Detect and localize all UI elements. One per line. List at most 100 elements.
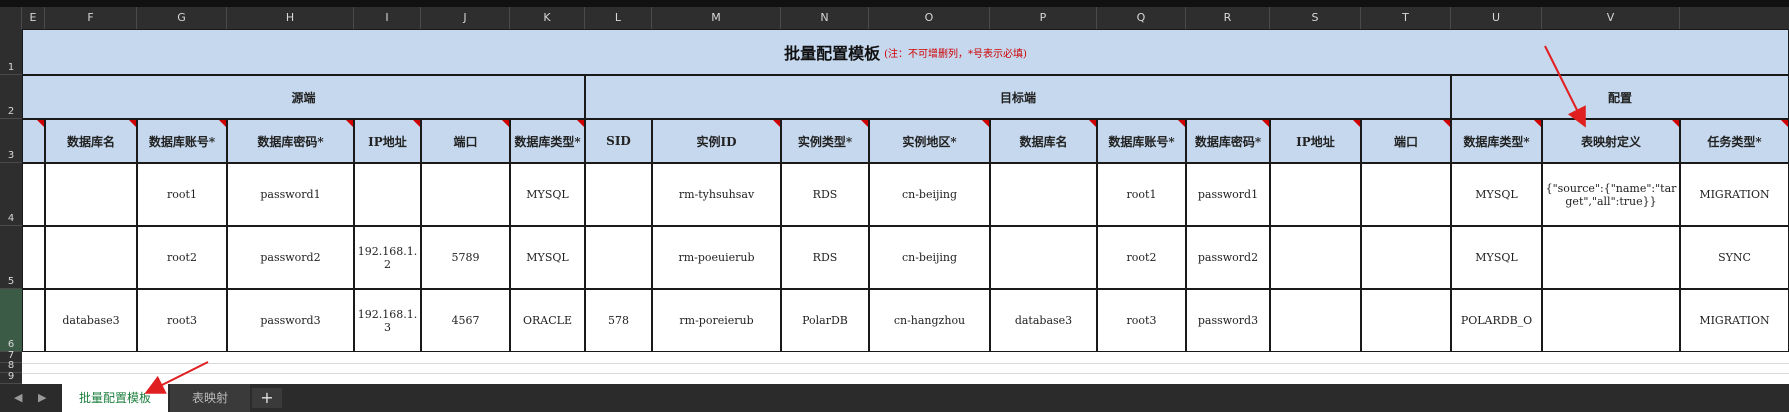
data-cell[interactable]: cn-beijing bbox=[869, 163, 990, 226]
data-cell[interactable] bbox=[1270, 289, 1361, 352]
header-cell[interactable]: IP地址 bbox=[1270, 119, 1361, 163]
column-header[interactable]: K bbox=[510, 7, 585, 29]
column-header[interactable]: O bbox=[869, 7, 990, 29]
data-cell[interactable] bbox=[22, 226, 45, 289]
data-cell[interactable] bbox=[45, 226, 137, 289]
row-header[interactable]: 5 bbox=[0, 226, 22, 289]
column-header[interactable]: H bbox=[227, 7, 354, 29]
column-header[interactable]: R bbox=[1186, 7, 1270, 29]
header-cell[interactable]: 数据库类型* bbox=[510, 119, 585, 163]
data-cell[interactable]: 192.168.1.2 bbox=[354, 226, 421, 289]
data-cell[interactable]: 578 bbox=[585, 289, 652, 352]
column-header[interactable]: V bbox=[1542, 7, 1680, 29]
data-cell[interactable]: database3 bbox=[45, 289, 137, 352]
data-cell[interactable]: POLARDB_O bbox=[1451, 289, 1542, 352]
header-cell[interactable]: 实例类型* bbox=[781, 119, 869, 163]
column-header[interactable]: U bbox=[1451, 7, 1542, 29]
data-cell[interactable] bbox=[421, 163, 510, 226]
data-cell[interactable]: rm-poeuierub bbox=[652, 226, 781, 289]
column-header[interactable] bbox=[0, 7, 22, 29]
data-cell[interactable]: rm-poreierub bbox=[652, 289, 781, 352]
data-cell[interactable] bbox=[22, 289, 45, 352]
header-cell[interactable]: 数据库类型* bbox=[1451, 119, 1542, 163]
column-header[interactable]: M bbox=[652, 7, 781, 29]
header-cell[interactable]: 任务类型* bbox=[1680, 119, 1789, 163]
data-cell[interactable]: ORACLE bbox=[510, 289, 585, 352]
column-header[interactable]: L bbox=[585, 7, 652, 29]
data-cell[interactable]: root1 bbox=[137, 163, 227, 226]
data-cell[interactable] bbox=[990, 163, 1097, 226]
data-cell[interactable]: root3 bbox=[137, 289, 227, 352]
data-cell[interactable]: MIGRATION bbox=[1680, 289, 1789, 352]
row-header[interactable]: 4 bbox=[0, 163, 22, 226]
data-cell[interactable]: password1 bbox=[227, 163, 354, 226]
data-cell[interactable]: MYSQL bbox=[1451, 163, 1542, 226]
column-header[interactable]: I bbox=[354, 7, 421, 29]
sheet-tab-batch-config[interactable]: 批量配置模板 bbox=[62, 384, 168, 412]
data-cell[interactable]: MYSQL bbox=[510, 226, 585, 289]
data-cell[interactable]: cn-beijing bbox=[869, 226, 990, 289]
data-cell[interactable]: rm-tyhsuhsav bbox=[652, 163, 781, 226]
data-cell[interactable] bbox=[1361, 163, 1451, 226]
row-header[interactable]: 2 bbox=[0, 75, 22, 119]
column-header[interactable]: J bbox=[421, 7, 510, 29]
data-cell[interactable]: password2 bbox=[1186, 226, 1270, 289]
data-cell[interactable]: 192.168.1.3 bbox=[354, 289, 421, 352]
header-cell[interactable]: 数据库密码* bbox=[227, 119, 354, 163]
header-cell[interactable]: 数据库密码* bbox=[1186, 119, 1270, 163]
column-header[interactable]: E bbox=[22, 7, 45, 29]
group-target[interactable]: 目标端 bbox=[585, 75, 1451, 119]
header-cell[interactable]: SID bbox=[585, 119, 652, 163]
data-cell[interactable] bbox=[585, 163, 652, 226]
data-cell[interactable]: 5789 bbox=[421, 226, 510, 289]
data-cell[interactable]: password3 bbox=[227, 289, 354, 352]
data-cell[interactable] bbox=[1361, 226, 1451, 289]
column-header[interactable]: P bbox=[990, 7, 1097, 29]
row-header[interactable]: 6 bbox=[0, 289, 22, 352]
title-cell[interactable]: 批量配置模板 (注：不可增删列，*号表示必填) bbox=[22, 29, 1789, 75]
column-header[interactable]: S bbox=[1270, 7, 1361, 29]
data-cell[interactable] bbox=[1542, 289, 1680, 352]
group-config[interactable]: 配置 bbox=[1451, 75, 1789, 119]
data-cell[interactable]: root2 bbox=[137, 226, 227, 289]
header-cell[interactable]: 实例地区* bbox=[869, 119, 990, 163]
row-header[interactable]: 3 bbox=[0, 119, 22, 163]
data-cell[interactable]: root2 bbox=[1097, 226, 1186, 289]
data-cell[interactable] bbox=[1270, 163, 1361, 226]
data-cell[interactable]: cn-hangzhou bbox=[869, 289, 990, 352]
header-cell[interactable]: IP地址 bbox=[354, 119, 421, 163]
prev-sheet-icon[interactable]: ◀ bbox=[14, 391, 22, 404]
data-cell[interactable]: RDS bbox=[781, 226, 869, 289]
data-cell[interactable]: password3 bbox=[1186, 289, 1270, 352]
header-cell[interactable]: 数据库名 bbox=[990, 119, 1097, 163]
data-cell[interactable]: MYSQL bbox=[1451, 226, 1542, 289]
header-cell[interactable] bbox=[22, 119, 45, 163]
header-cell[interactable]: 端口 bbox=[1361, 119, 1451, 163]
header-cell[interactable]: 实例ID bbox=[652, 119, 781, 163]
spreadsheet-grid[interactable]: EFGHIJKLMNOPQRSTUV 123456789 批量配置模板 (注：不可… bbox=[0, 0, 1789, 384]
column-header[interactable]: T bbox=[1361, 7, 1451, 29]
data-cell[interactable]: root1 bbox=[1097, 163, 1186, 226]
sheet-tab-table-mapping[interactable]: 表映射 bbox=[170, 384, 250, 412]
data-cell[interactable]: MYSQL bbox=[510, 163, 585, 226]
data-cell[interactable]: RDS bbox=[781, 163, 869, 226]
data-cell[interactable] bbox=[354, 163, 421, 226]
data-cell[interactable]: root3 bbox=[1097, 289, 1186, 352]
data-cell[interactable] bbox=[1542, 226, 1680, 289]
data-cell[interactable] bbox=[585, 226, 652, 289]
row-header[interactable]: 1 bbox=[0, 29, 22, 75]
next-sheet-icon[interactable]: ▶ bbox=[38, 391, 46, 404]
header-cell[interactable]: 数据库账号* bbox=[137, 119, 227, 163]
header-cell[interactable]: 表映射定义 bbox=[1542, 119, 1680, 163]
header-cell[interactable]: 端口 bbox=[421, 119, 510, 163]
row-header[interactable]: 9 bbox=[0, 371, 22, 384]
add-sheet-button[interactable]: + bbox=[252, 388, 282, 408]
data-cell[interactable]: MIGRATION bbox=[1680, 163, 1789, 226]
data-cell[interactable]: password1 bbox=[1186, 163, 1270, 226]
column-header[interactable]: N bbox=[781, 7, 869, 29]
data-cell[interactable]: PolarDB bbox=[781, 289, 869, 352]
data-cell[interactable]: database3 bbox=[990, 289, 1097, 352]
group-source[interactable]: 源端 bbox=[22, 75, 585, 119]
data-cell[interactable]: 4567 bbox=[421, 289, 510, 352]
data-cell[interactable] bbox=[22, 163, 45, 226]
